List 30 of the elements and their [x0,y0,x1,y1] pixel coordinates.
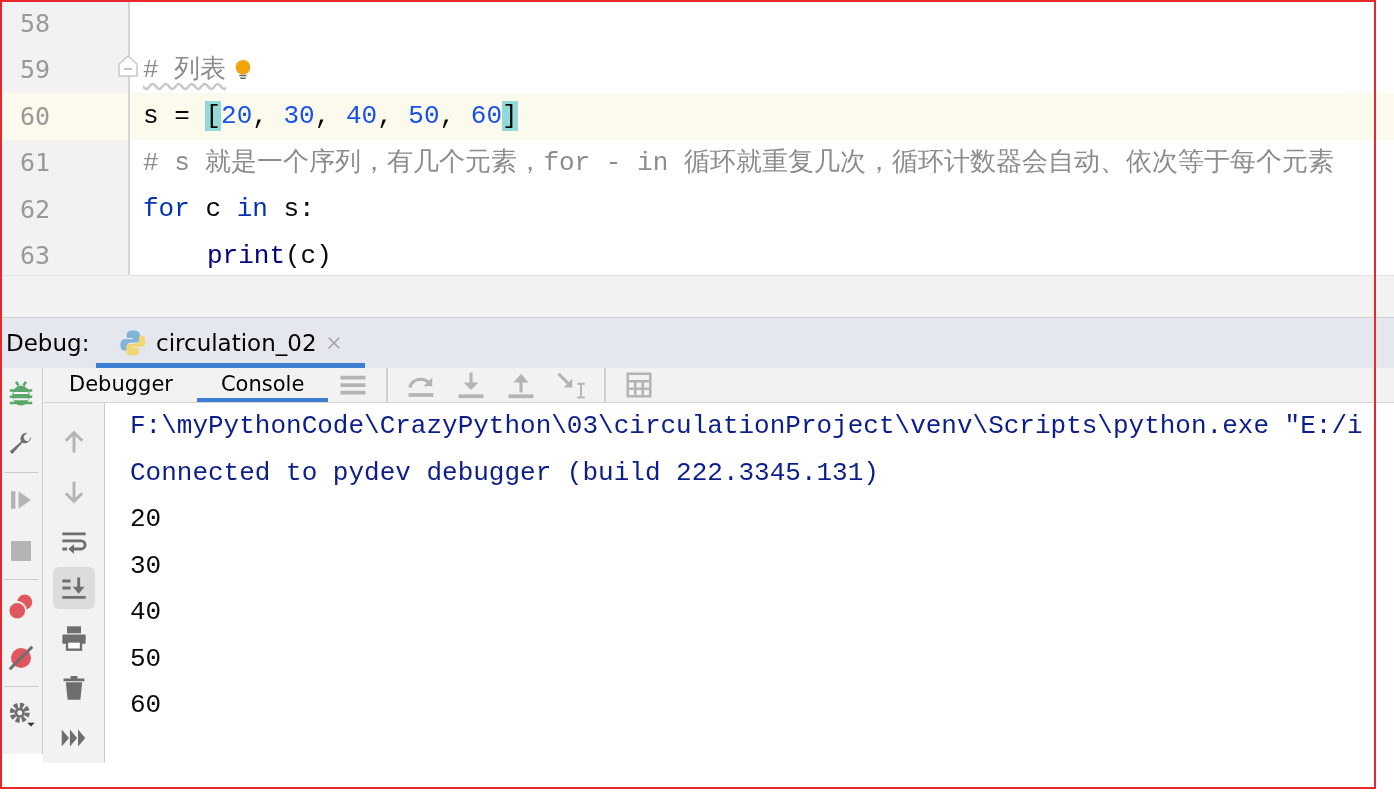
calculator-icon[interactable] [624,370,655,400]
code-comment: # s 就是一个序列，有几个元素，for - in 循环就重复几次，循环计数器会自动、依次等于每个元素 [143,146,1334,180]
line-number: 63 [19,240,51,272]
code-line: print(c) [207,239,332,273]
mute-breakpoints-icon[interactable] [6,643,36,673]
line-number: 61 [19,147,51,179]
print-icon[interactable] [59,624,88,652]
console-line: Connected to pydev debugger (build 222.3345.131) [130,456,880,490]
line-number: 60 [19,100,51,133]
panel-label: Debug: [5,328,91,358]
code-line: for c in s: [143,193,315,226]
console-line: F:\myPythonCode\CrazyPython\03\circulationProject\venv\Scripts\python.exe "E:/i [130,410,1363,443]
run-tab[interactable]: circulation_02 [96,318,365,368]
code-line: s = [20, 30, 40, 50, 60] [143,100,518,133]
code-comment: # 列表 [143,53,227,87]
console-line: 40 [130,596,163,629]
console-line: 20 [130,503,163,536]
console-line: 30 [130,549,163,583]
line-number: 59 [19,54,51,86]
panel-splitter[interactable] [0,275,1394,318]
step-into-icon[interactable] [456,370,487,400]
console-line: 60 [130,689,163,722]
console-line: 50 [130,642,163,676]
panel-tab[interactable]: Console [196,368,329,402]
line-number: 62 [19,193,51,226]
scroll-to-end-toggle[interactable] [52,567,95,609]
panel-tab[interactable]: Debugger [69,368,197,402]
python-icon [118,328,148,358]
run-to-cursor-icon[interactable] [556,370,587,400]
line-number: 58 [19,7,51,40]
